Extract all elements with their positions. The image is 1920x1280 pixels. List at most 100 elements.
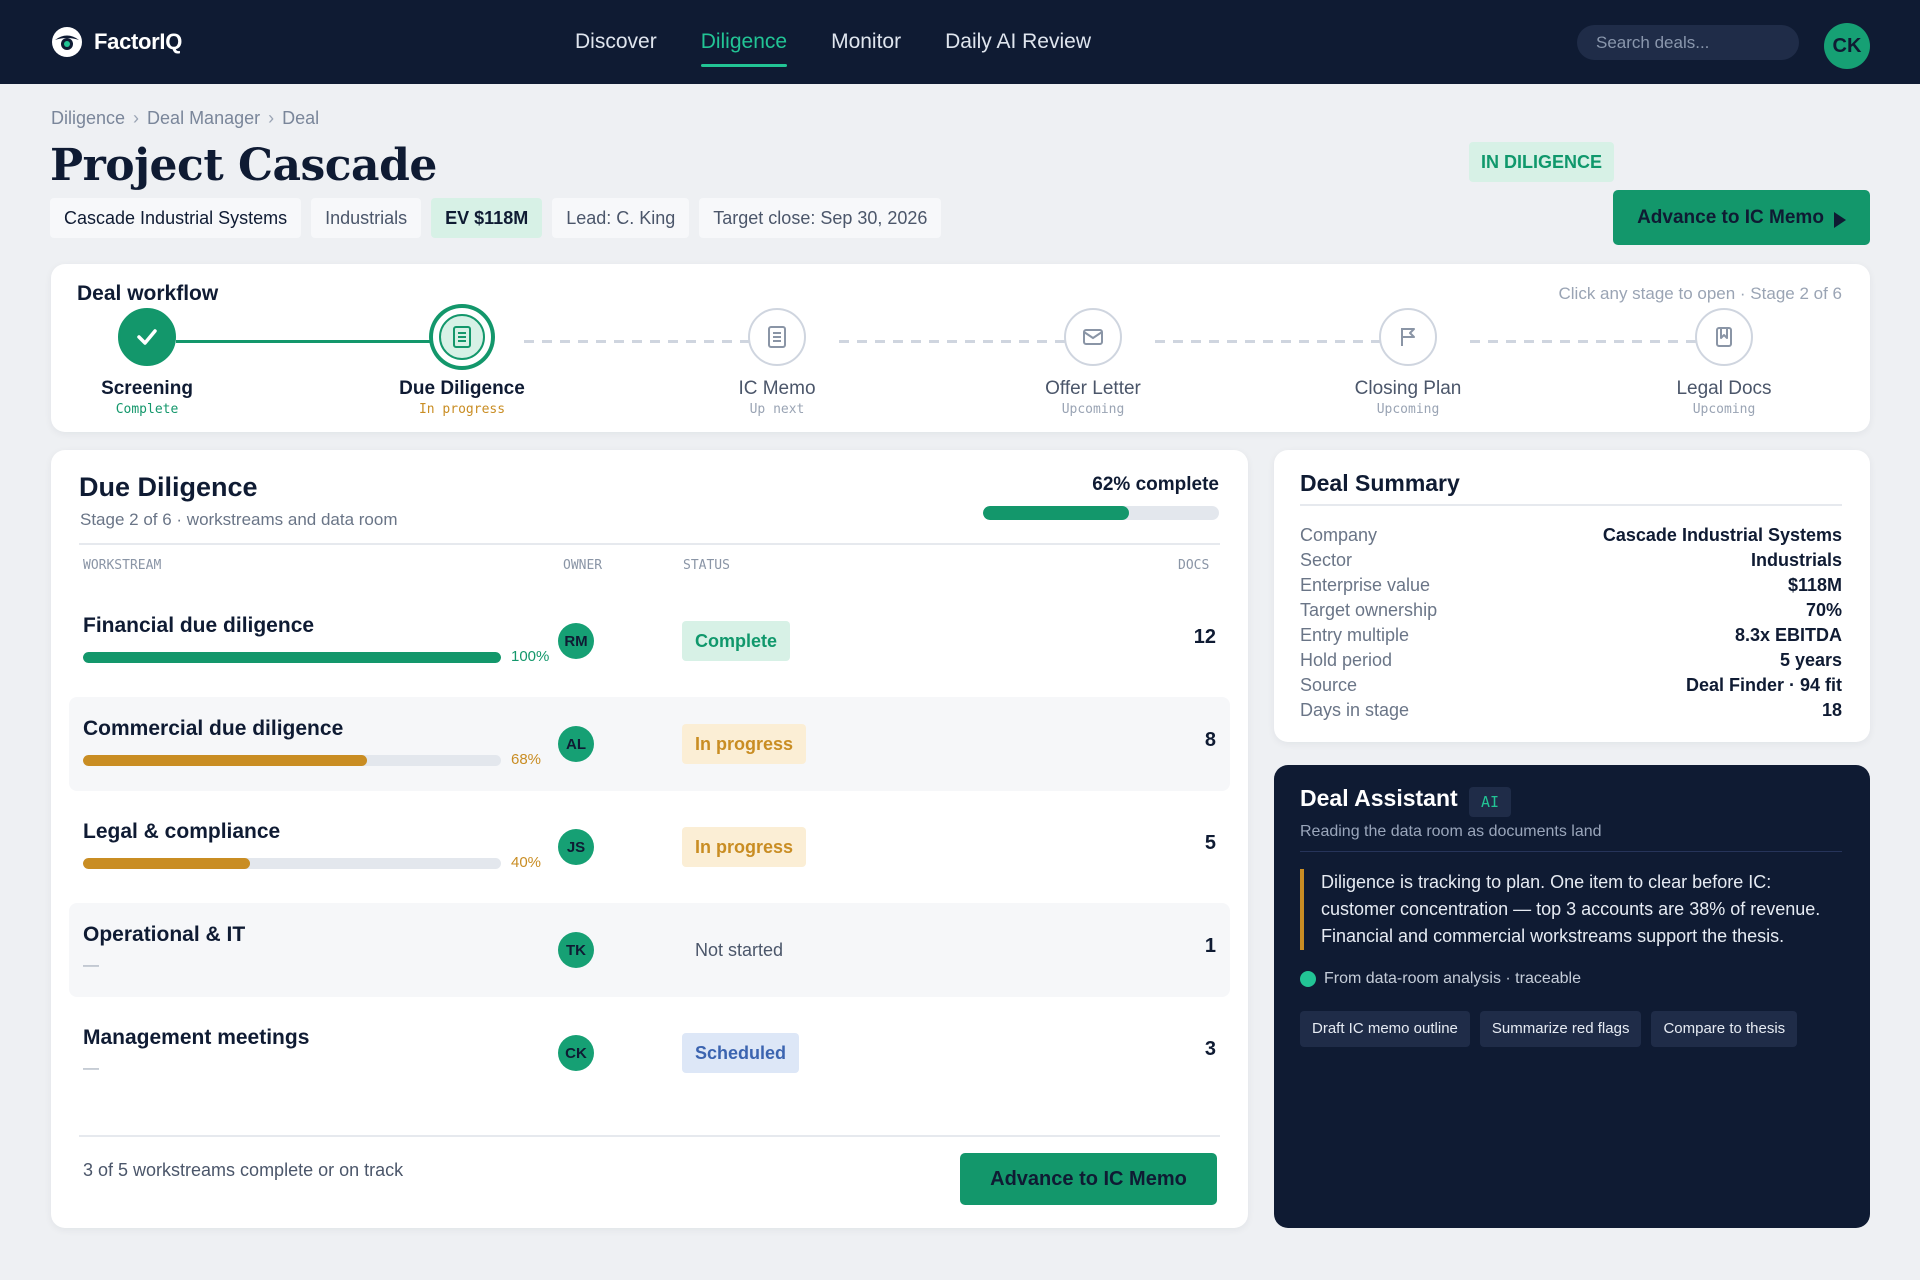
dd-footer-summary: 3 of 5 workstreams complete or on track bbox=[83, 1160, 404, 1180]
owner-avatar: JS bbox=[558, 829, 594, 865]
summary-title: Deal Summary bbox=[1300, 470, 1460, 496]
stage-status: Complete bbox=[115, 402, 179, 417]
stage-name: IC Memo bbox=[738, 378, 816, 399]
status-badge: Scheduled bbox=[682, 1033, 800, 1073]
ev-chip: EV $118M bbox=[431, 198, 543, 238]
stage-offer-letter[interactable]: Offer Letter Upcoming bbox=[993, 308, 1193, 417]
summary-value: 18 bbox=[1821, 700, 1842, 720]
summary-label: Enterprise value bbox=[1300, 575, 1431, 595]
search-input[interactable] bbox=[1577, 25, 1799, 60]
summary-label: Company bbox=[1300, 525, 1378, 545]
nav-diligence[interactable]: Diligence bbox=[700, 0, 788, 84]
docs-count: 8 bbox=[1204, 729, 1216, 751]
user-avatar[interactable]: CK bbox=[1824, 23, 1870, 69]
workstream-progress-label: 100% bbox=[511, 648, 550, 665]
draft-ic-memo-outline-button[interactable]: Draft IC memo outline bbox=[1300, 1011, 1470, 1047]
workstream-name: Legal & compliance bbox=[83, 820, 281, 843]
logo[interactable]: FactorIQ bbox=[50, 24, 182, 60]
stage-circle bbox=[1064, 308, 1122, 366]
stage-closing-plan[interactable]: Closing Plan Upcoming bbox=[1308, 308, 1508, 417]
workstream-name: Management meetings bbox=[83, 1026, 310, 1049]
summary-value: 8.3x EBITDA bbox=[1734, 625, 1842, 645]
summary-value: $118M bbox=[1787, 575, 1842, 595]
workflow-title: Deal workflow bbox=[77, 282, 219, 305]
workstream-name: Financial due diligence bbox=[83, 614, 315, 637]
stage-status: Upcoming bbox=[1061, 402, 1125, 417]
table-row[interactable]: Financial due diligence 100% RM Complete… bbox=[69, 594, 1230, 688]
stage-screening[interactable]: Screening Complete bbox=[47, 308, 247, 417]
advance-to-ic-memo-button[interactable]: Advance to IC Memo bbox=[1613, 190, 1870, 245]
document-icon bbox=[453, 326, 471, 348]
lead-chip: Lead: C. King bbox=[552, 198, 690, 238]
summary-label: Days in stage bbox=[1300, 700, 1410, 720]
stage-ic-memo[interactable]: IC Memo Up next bbox=[677, 308, 877, 417]
docs-count: 5 bbox=[1204, 832, 1216, 854]
check-icon bbox=[137, 329, 157, 345]
app-name: FactorIQ bbox=[94, 29, 183, 54]
breadcrumb-deal-manager[interactable]: Deal Manager bbox=[147, 108, 260, 129]
dd-percent-label: 62% complete bbox=[1092, 474, 1219, 495]
advance-to-ic-memo-button[interactable]: Advance to IC Memo bbox=[960, 1153, 1217, 1205]
workstream-progress-label: — bbox=[83, 957, 99, 974]
status-badge: In progress bbox=[682, 827, 807, 867]
breadcrumb-separator: › bbox=[268, 108, 275, 128]
stage-circle bbox=[430, 305, 494, 369]
summary-label: Entry multiple bbox=[1300, 625, 1410, 645]
dd-progress-fill bbox=[983, 506, 1130, 520]
table-row[interactable]: Management meetings — CK Scheduled 3 bbox=[69, 1006, 1230, 1100]
compare-to-thesis-button[interactable]: Compare to thesis bbox=[1651, 1011, 1798, 1047]
status-badge: Not started bbox=[682, 930, 797, 970]
status-badge: In progress bbox=[682, 724, 807, 764]
summary-label: Source bbox=[1300, 675, 1358, 695]
summary-value: Cascade Industrial Systems bbox=[1602, 525, 1842, 545]
deal-workflow-card: Deal workflow Click any stage to open · … bbox=[51, 264, 1870, 432]
workstream-progress-track bbox=[83, 652, 501, 663]
nav-daily-ai-review[interactable]: Daily AI Review bbox=[945, 0, 1091, 84]
table-row[interactable]: Operational & IT — TK Not started 1 bbox=[69, 903, 1230, 997]
breadcrumb-diligence[interactable]: Diligence bbox=[51, 108, 125, 129]
docs-count: 3 bbox=[1204, 1038, 1216, 1060]
document-icon bbox=[768, 326, 786, 348]
owner-avatar: TK bbox=[558, 932, 594, 968]
assistant-title: Deal Assistant bbox=[1300, 785, 1458, 811]
col-docs: DOCS bbox=[1178, 558, 1210, 573]
envelope-icon bbox=[1083, 329, 1103, 345]
assistant-source-text: From data-room analysis · traceable bbox=[1324, 970, 1581, 987]
stage-due-diligence[interactable]: Due Diligence In progress bbox=[362, 305, 562, 417]
workflow-hint: Click any stage to open · Stage 2 of 6 bbox=[1558, 284, 1842, 303]
summary-row-entry-multiple: Entry multiple 8.3x EBITDA bbox=[1300, 623, 1842, 648]
stage-legal-docs[interactable]: Legal Docs Upcoming bbox=[1624, 308, 1824, 417]
deal-summary-card: Deal Summary Company Cascade Industrial S… bbox=[1274, 450, 1870, 742]
advance-button-label: Advance to IC Memo bbox=[1637, 206, 1824, 228]
summary-row-days-in-stage: Days in stage 18 bbox=[1300, 698, 1842, 723]
divider bbox=[1300, 504, 1842, 506]
nav-monitor[interactable]: Monitor bbox=[831, 0, 901, 84]
target-close-chip: Target close: Sep 30, 2026 bbox=[699, 198, 942, 238]
summary-row-hold-period: Hold period 5 years bbox=[1300, 648, 1842, 673]
summary-row-source: Source Deal Finder · 94 fit bbox=[1300, 673, 1842, 698]
stage-circle bbox=[748, 308, 806, 366]
stage-status: Upcoming bbox=[1376, 402, 1440, 417]
stage-status: Up next bbox=[749, 402, 805, 417]
summary-row-target-ownership: Target ownership 70% bbox=[1300, 598, 1842, 623]
play-arrow-icon bbox=[1833, 211, 1846, 228]
table-row[interactable]: Legal & compliance 40% JS In progress 5 bbox=[69, 800, 1230, 894]
workstream-name: Operational & IT bbox=[83, 923, 246, 946]
company-chip: Cascade Industrial Systems bbox=[50, 198, 302, 238]
nav-discover[interactable]: Discover bbox=[575, 0, 657, 84]
page-title: Project Cascade bbox=[50, 140, 437, 191]
owner-avatar: CK bbox=[558, 1035, 594, 1071]
assistant-subtitle: Reading the data room as documents land bbox=[1300, 823, 1602, 840]
table-row[interactable]: Commercial due diligence 68% AL In progr… bbox=[69, 697, 1230, 791]
stage-name: Offer Letter bbox=[1045, 378, 1141, 399]
stage-name: Closing Plan bbox=[1354, 378, 1462, 399]
workstream-progress-fill bbox=[83, 755, 368, 766]
status-badge: Complete bbox=[682, 621, 791, 661]
dd-subtitle: Stage 2 of 6 · workstreams and data room bbox=[80, 510, 398, 529]
flag-icon bbox=[1401, 328, 1415, 346]
summarize-red-flags-button[interactable]: Summarize red flags bbox=[1479, 1011, 1642, 1047]
dd-progress-bar bbox=[983, 506, 1219, 520]
docs-count: 12 bbox=[1193, 626, 1216, 648]
col-owner: OWNER bbox=[563, 558, 603, 573]
breadcrumb: Diligence › Deal Manager › Deal bbox=[51, 108, 319, 129]
